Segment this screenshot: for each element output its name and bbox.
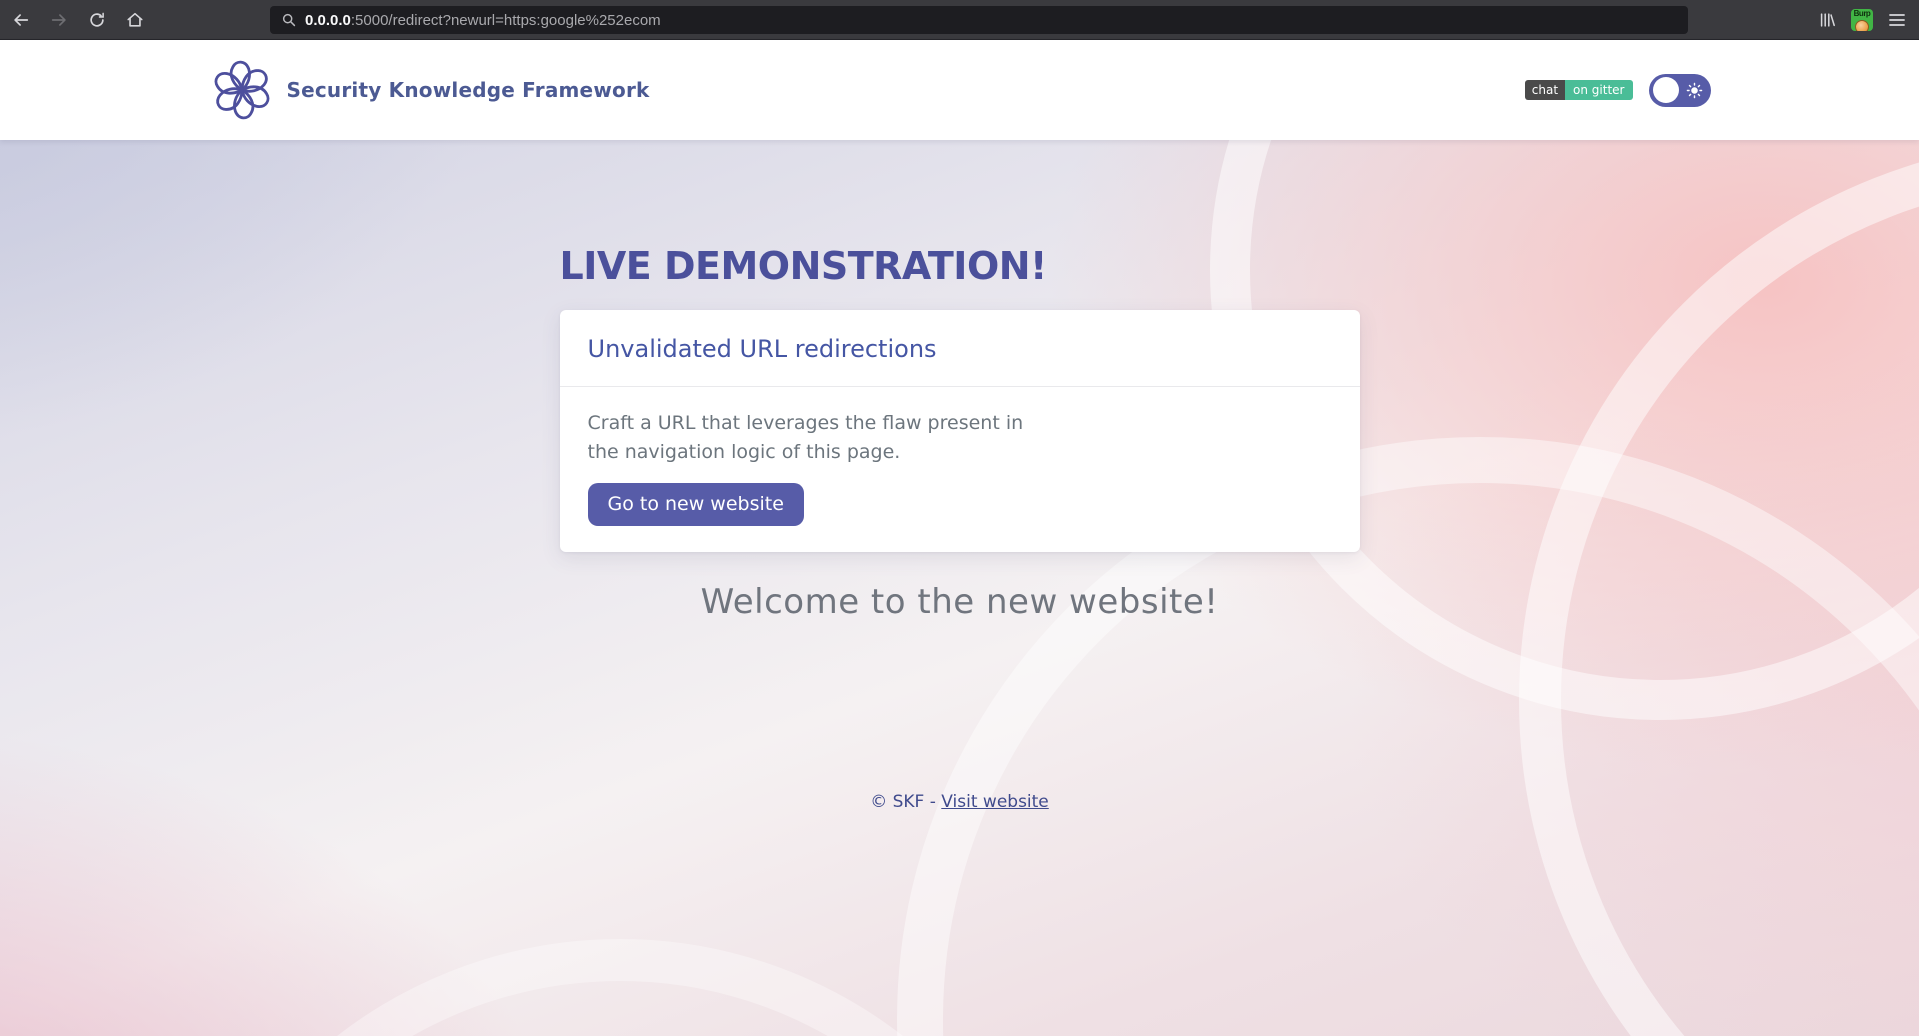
- chat-badge-value: on gitter: [1565, 80, 1633, 100]
- sun-icon: [1686, 82, 1702, 98]
- card-description-line2: the navigation logic of this page.: [587, 441, 901, 463]
- url-host: 0.0.0.0: [305, 11, 351, 29]
- card-description-line1: Craft a URL that leverages the flaw pres…: [587, 412, 1024, 434]
- back-button[interactable]: [4, 5, 38, 35]
- url-text: 0.0.0.0:5000/redirect?newurl=https:googl…: [305, 12, 661, 29]
- visit-website-link[interactable]: Visit website: [941, 792, 1049, 812]
- burp-face-icon: [1855, 20, 1869, 31]
- forward-button[interactable]: [42, 5, 76, 35]
- menu-button[interactable]: [1883, 5, 1911, 35]
- burp-extension-label: Burp: [1853, 9, 1871, 18]
- url-path: :5000/redirect?newurl=https:google%252ec…: [350, 11, 661, 29]
- page-background: LIVE DEMONSTRATION! Unvalidated URL redi…: [0, 140, 1919, 1036]
- site-header: Security Knowledge Framework chat on git…: [0, 40, 1919, 140]
- home-button[interactable]: [118, 5, 152, 35]
- reload-icon: [90, 12, 104, 27]
- page-footer: © SKF - Visit website: [560, 792, 1360, 812]
- burp-extension-icon[interactable]: Burp: [1851, 9, 1873, 31]
- skf-flower-logo-icon: [214, 60, 269, 120]
- forward-icon: [51, 13, 66, 26]
- url-bar[interactable]: 0.0.0.0:5000/redirect?newurl=https:googl…: [270, 6, 1688, 34]
- theme-toggle[interactable]: [1648, 73, 1711, 107]
- home-icon: [127, 12, 143, 27]
- copyright-text: © SKF -: [870, 792, 936, 812]
- browser-toolbar: 0.0.0.0:5000/redirect?newurl=https:googl…: [0, 0, 1919, 40]
- search-icon: [282, 13, 296, 27]
- welcome-message: Welcome to the new website!: [700, 582, 1219, 622]
- gitter-chat-badge[interactable]: chat on gitter: [1524, 80, 1633, 100]
- reload-button[interactable]: [80, 5, 114, 35]
- toggle-knob: [1652, 77, 1679, 103]
- brand-name: Security Knowledge Framework: [286, 78, 650, 102]
- challenge-card: Unvalidated URL redirections Craft a URL…: [559, 310, 1360, 552]
- brand-logo-link[interactable]: Security Knowledge Framework: [209, 57, 650, 123]
- library-button[interactable]: [1813, 5, 1841, 35]
- hamburger-menu-icon: [1889, 14, 1905, 26]
- chat-badge-label: chat: [1524, 80, 1566, 100]
- back-icon: [14, 13, 29, 26]
- page-title: LIVE DEMONSTRATION!: [559, 244, 1048, 288]
- library-icon: [1820, 13, 1835, 27]
- go-to-new-website-button[interactable]: Go to new website: [587, 483, 804, 526]
- card-title: Unvalidated URL redirections: [587, 335, 937, 363]
